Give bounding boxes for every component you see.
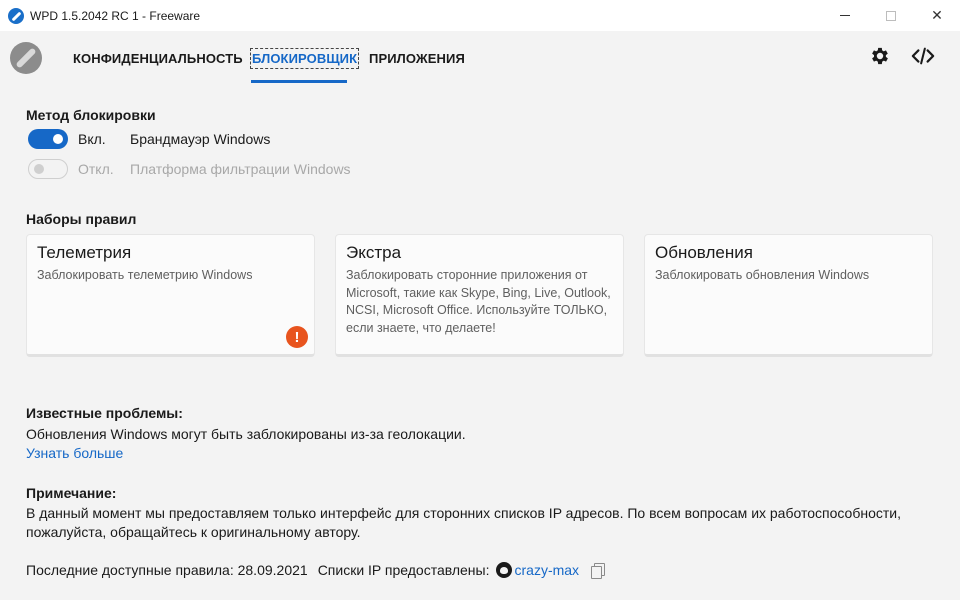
toggle-state-label: Откл. bbox=[78, 161, 114, 177]
author-link[interactable]: crazy-max bbox=[515, 562, 580, 578]
learn-more-link[interactable]: Узнать больше bbox=[26, 445, 123, 461]
active-tab-indicator bbox=[251, 80, 347, 83]
minimize-icon bbox=[840, 15, 850, 16]
close-button[interactable]: ✕ bbox=[914, 0, 960, 31]
gear-icon bbox=[872, 47, 888, 65]
code-button[interactable] bbox=[911, 44, 935, 68]
ruleset-card-extra[interactable]: Экстра Заблокировать сторонние приложени… bbox=[335, 234, 624, 357]
wfp-toggle[interactable] bbox=[28, 159, 68, 179]
card-title: Телеметрия bbox=[37, 243, 132, 262]
toggle-knob bbox=[34, 164, 44, 174]
wfp-option: Откл. Платформа фильтрации Windows bbox=[28, 159, 351, 179]
card-title: Обновления bbox=[655, 243, 753, 262]
firewall-option: Вкл. Брандмауэр Windows bbox=[28, 129, 270, 149]
header: КОНФИДЕНЦИАЛЬНОСТЬ БЛОКИРОВЩИК ПРИЛОЖЕНИ… bbox=[0, 31, 960, 86]
warning-icon: ! bbox=[286, 326, 308, 348]
note-line-2: пожалуйста, обращайтесь к оригинальному … bbox=[26, 524, 361, 540]
toggle-state-label: Вкл. bbox=[78, 131, 106, 147]
title-bar: WPD 1.5.2042 RC 1 - Freeware ✕ bbox=[0, 0, 960, 31]
firewall-label: Брандмауэр Windows bbox=[130, 131, 271, 147]
copy-icon[interactable] bbox=[589, 562, 606, 579]
app-icon bbox=[8, 7, 24, 24]
toggle-knob bbox=[53, 134, 63, 144]
tab-privacy[interactable]: КОНФИДЕНЦИАЛЬНОСТЬ bbox=[73, 31, 243, 86]
tab-label: КОНФИДЕНЦИАЛЬНОСТЬ bbox=[73, 51, 243, 66]
card-description: Заблокировать обновления Windows bbox=[655, 268, 870, 282]
known-issues-title: Известные проблемы: bbox=[26, 405, 183, 421]
card-title: Экстра bbox=[346, 243, 402, 262]
minimize-button[interactable] bbox=[822, 0, 868, 31]
rulesets-title: Наборы правил bbox=[26, 211, 137, 227]
code-icon bbox=[911, 47, 935, 65]
app-logo bbox=[10, 42, 42, 74]
tab-apps[interactable]: ПРИЛОЖЕНИЯ bbox=[369, 31, 465, 86]
tab-blocker[interactable]: БЛОКИРОВЩИК bbox=[250, 31, 360, 86]
settings-button[interactable] bbox=[868, 44, 892, 68]
note-title: Примечание: bbox=[26, 485, 117, 501]
github-icon bbox=[495, 562, 512, 578]
ruleset-card-telemetry[interactable]: Телеметрия Заблокировать телеметрию Wind… bbox=[26, 234, 315, 357]
footer: Последние доступные правила: 28.09.2021 … bbox=[26, 562, 606, 579]
card-description: Заблокировать сторонние приложения от Mi… bbox=[346, 268, 611, 335]
wfp-label: Платформа фильтрации Windows bbox=[130, 161, 351, 177]
window-controls: ✕ bbox=[822, 0, 960, 31]
note-line-1: В данный момент мы предоставляем только … bbox=[26, 505, 901, 521]
maximize-icon bbox=[886, 10, 896, 21]
blocking-method-title: Метод блокировки bbox=[26, 107, 156, 123]
known-issues-text: Обновления Windows могут быть заблокиров… bbox=[26, 426, 466, 442]
ip-lists-provided-label: Списки IP предоставлены: bbox=[317, 562, 490, 578]
close-icon: ✕ bbox=[931, 7, 943, 23]
window-title: WPD 1.5.2042 RC 1 - Freeware bbox=[30, 8, 201, 23]
ruleset-card-updates[interactable]: Обновления Заблокировать обновления Wind… bbox=[644, 234, 933, 357]
maximize-button[interactable] bbox=[868, 0, 914, 31]
tab-label: БЛОКИРОВЩИК bbox=[250, 48, 360, 69]
last-rules-date: Последние доступные правила: 28.09.2021 bbox=[26, 562, 308, 578]
firewall-toggle[interactable] bbox=[28, 129, 68, 149]
card-description: Заблокировать телеметрию Windows bbox=[37, 268, 253, 282]
tab-label: ПРИЛОЖЕНИЯ bbox=[369, 51, 465, 66]
